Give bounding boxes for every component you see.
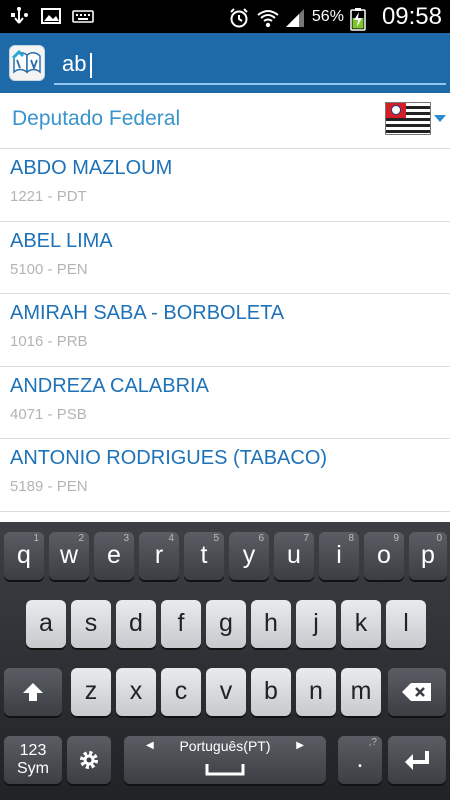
enter-key[interactable]: [388, 736, 446, 784]
soft-keyboard: 1q 2w 3e 4r 5t 6y 7u 8i 9o 0p a s d f g …: [0, 522, 450, 800]
key-v[interactable]: v: [206, 668, 246, 716]
office-selector[interactable]: Deputado Federal: [0, 93, 450, 149]
app-logo-icon[interactable]: [9, 45, 45, 81]
candidate-item[interactable]: ANDREZA CALABRIA 4071 - PSB: [0, 366, 450, 439]
battery-percent: 56%: [311, 7, 344, 25]
candidate-number-party: 5189 - PEN: [10, 478, 88, 495]
phone-screen: 56% 09:58 Deputado Federal: [0, 0, 450, 800]
wifi-icon: [256, 7, 279, 27]
dropdown-arrow-icon[interactable]: [434, 115, 446, 122]
status-bar: 56% 09:58: [0, 0, 450, 33]
signal-icon: [284, 7, 306, 27]
usb-icon: [8, 6, 30, 26]
key-a[interactable]: a: [26, 600, 66, 648]
key-z[interactable]: z: [71, 668, 111, 716]
clock-time: 09:58: [381, 2, 442, 30]
settings-key[interactable]: [67, 736, 111, 784]
key-f[interactable]: f: [161, 600, 201, 648]
key-w[interactable]: 2w: [49, 532, 89, 580]
key-d[interactable]: d: [116, 600, 156, 648]
candidate-list: ABDO MAZLOUM 1221 - PDT ABEL LIMA 5100 -…: [0, 149, 450, 512]
candidate-item[interactable]: ANTONIO RODRIGUES (TABACO) 5189 - PEN: [0, 439, 450, 512]
backspace-icon: [401, 677, 433, 705]
text-cursor: [90, 53, 92, 78]
candidate-name: ABDO MAZLOUM: [10, 157, 173, 179]
candidate-name: AMIRAH SABA - BORBOLETA: [10, 302, 285, 324]
candidate-number-party: 1016 - PRB: [10, 333, 88, 350]
key-k[interactable]: k: [341, 600, 381, 648]
candidate-name: ANDREZA CALABRIA: [10, 374, 209, 397]
key-y[interactable]: 6y: [229, 532, 269, 580]
search-field[interactable]: [54, 41, 446, 85]
key-j[interactable]: j: [296, 600, 336, 648]
candidate-item[interactable]: ABDO MAZLOUM 1221 - PDT: [0, 149, 450, 222]
system-icons: 56% 09:58: [228, 0, 442, 33]
image-icon: [40, 6, 62, 26]
key-q[interactable]: 1q: [4, 532, 44, 580]
key-r[interactable]: 4r: [139, 532, 179, 580]
keyboard-icon: [72, 6, 94, 26]
chevron-left-icon: ◀: [146, 740, 154, 751]
search-input[interactable]: [62, 49, 422, 79]
shift-arrow-icon: [21, 677, 45, 705]
period-key[interactable]: ,?.: [338, 736, 382, 784]
chevron-right-icon: ▶: [296, 740, 304, 751]
key-i[interactable]: 8i: [319, 532, 359, 580]
key-e[interactable]: 3e: [94, 532, 134, 580]
search-action-bar: [0, 33, 450, 93]
key-b[interactable]: b: [251, 668, 291, 716]
sao-paulo-flag-icon[interactable]: [385, 102, 431, 135]
candidate-item[interactable]: ABEL LIMA 5100 - PEN: [0, 221, 450, 294]
key-t[interactable]: 5t: [184, 532, 224, 580]
symbols-key[interactable]: 123 Sym: [4, 736, 62, 784]
key-n[interactable]: n: [296, 668, 336, 716]
office-title: Deputado Federal: [12, 107, 181, 130]
notification-icons: [8, 6, 94, 26]
enter-icon: [402, 745, 432, 773]
key-c[interactable]: c: [161, 668, 201, 716]
key-s[interactable]: s: [71, 600, 111, 648]
key-l[interactable]: l: [386, 600, 426, 648]
key-u[interactable]: 7u: [274, 532, 314, 580]
key-m[interactable]: m: [341, 668, 381, 716]
shift-key[interactable]: [4, 668, 62, 716]
key-o[interactable]: 9o: [364, 532, 404, 580]
candidate-number-party: 5100 - PEN: [10, 260, 88, 278]
battery-charging-icon: [350, 7, 372, 31]
backspace-key[interactable]: [388, 668, 446, 716]
key-x[interactable]: x: [116, 668, 156, 716]
key-h[interactable]: h: [251, 600, 291, 648]
candidate-item[interactable]: AMIRAH SABA - BORBOLETA 1016 - PRB: [0, 294, 450, 367]
candidate-name: ABEL LIMA: [10, 229, 113, 252]
space-key[interactable]: Português(PT) ◀ ▶: [124, 736, 326, 784]
flag-canton: [386, 103, 406, 118]
candidate-number-party: 4071 - PSB: [10, 405, 87, 423]
alarm-icon: [228, 7, 250, 27]
candidate-name: ANTONIO RODRIGUES (TABACO): [10, 447, 328, 469]
key-g[interactable]: g: [206, 600, 246, 648]
candidate-number-party: 1221 - PDT: [10, 188, 87, 205]
gear-icon: [76, 745, 102, 773]
key-p[interactable]: 0p: [409, 532, 447, 580]
